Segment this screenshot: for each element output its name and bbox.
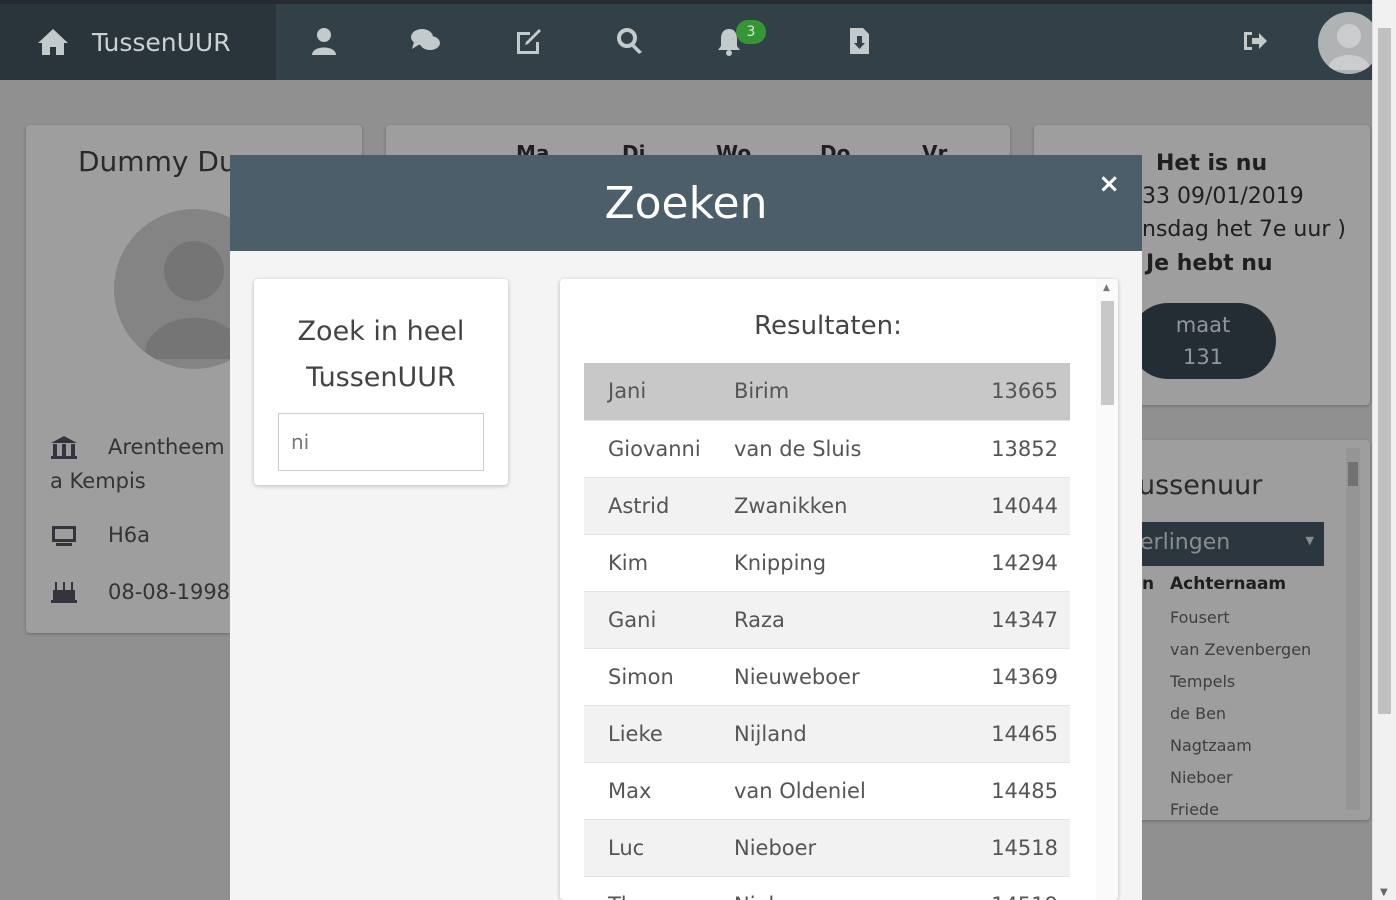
result-id: 14044 bbox=[944, 477, 1070, 535]
result-row[interactable]: Luc Nieboer 14518 bbox=[584, 819, 1070, 877]
result-last-name: Nijland bbox=[734, 705, 944, 763]
search-panel: Zoek in heel TussenUUR bbox=[254, 279, 508, 485]
result-last-name: Nieboer bbox=[734, 819, 944, 877]
result-last-name: Birim bbox=[734, 363, 944, 421]
result-row[interactable]: Giovanni van de Sluis 13852 bbox=[584, 420, 1070, 478]
result-id: 14347 bbox=[944, 591, 1070, 649]
result-first-name: Max bbox=[584, 762, 734, 820]
result-last-name: van de Sluis bbox=[734, 420, 944, 478]
result-last-name: Raza bbox=[734, 591, 944, 649]
search-modal: Zoeken × Zoek in heel TussenUUR Resultat… bbox=[230, 155, 1142, 900]
search-label: Zoek in heel TussenUUR bbox=[297, 316, 465, 393]
modal-header: Zoeken × bbox=[230, 155, 1142, 251]
results-panel: Resultaten: Jani Birim 13665 Giovanni van de… bbox=[560, 279, 1118, 900]
result-id: 14519 bbox=[944, 876, 1070, 900]
result-row[interactable]: Max van Oldeniel 14485 bbox=[584, 762, 1070, 820]
result-first-name: Simon bbox=[584, 648, 734, 706]
modal-title: Zoeken bbox=[604, 177, 768, 229]
result-row[interactable]: Simon Nieuweboer 14369 bbox=[584, 648, 1070, 706]
result-id: 14369 bbox=[944, 648, 1070, 706]
result-first-name: Giovanni bbox=[584, 420, 734, 478]
result-last-name: van Oldeniel bbox=[734, 762, 944, 820]
result-id: 14294 bbox=[944, 534, 1070, 592]
result-row[interactable]: Lieke Nijland 14465 bbox=[584, 705, 1070, 763]
result-first-name: Astrid bbox=[584, 477, 734, 535]
result-first-name: Jani bbox=[584, 363, 734, 421]
results-scrollbar[interactable]: ▲ bbox=[1096, 279, 1118, 900]
result-last-name: Nieboer bbox=[734, 876, 944, 900]
result-first-name: Thomas bbox=[584, 876, 734, 900]
page-scrollbar[interactable]: ▼ bbox=[1372, 0, 1396, 900]
result-id: 14465 bbox=[944, 705, 1070, 763]
result-last-name: Nieuweboer bbox=[734, 648, 944, 706]
result-row[interactable]: ThomasNieboer14519 bbox=[584, 876, 1070, 900]
result-id: 14485 bbox=[944, 762, 1070, 820]
close-icon[interactable]: × bbox=[1098, 169, 1120, 199]
result-first-name: Lieke bbox=[584, 705, 734, 763]
result-first-name: Gani bbox=[584, 591, 734, 649]
result-row[interactable]: Kim Knipping 14294 bbox=[584, 534, 1070, 592]
result-id: 14518 bbox=[944, 819, 1070, 877]
results-title: Resultaten: bbox=[754, 311, 902, 341]
result-row[interactable]: Gani Raza 14347 bbox=[584, 591, 1070, 649]
result-last-name: Knipping bbox=[734, 534, 944, 592]
result-row[interactable]: Jani Birim 13665 bbox=[584, 363, 1070, 421]
search-input[interactable] bbox=[278, 413, 484, 471]
result-id: 13665 bbox=[944, 363, 1070, 421]
scrollbar-thumb[interactable] bbox=[1378, 28, 1391, 714]
scroll-up-arrow-icon[interactable]: ▲ bbox=[1103, 283, 1110, 293]
scroll-down-arrow-icon[interactable]: ▼ bbox=[1380, 887, 1388, 898]
result-row[interactable]: Astrid Zwanikken 14044 bbox=[584, 477, 1070, 535]
result-last-name: Zwanikken bbox=[734, 477, 944, 535]
result-id: 13852 bbox=[944, 420, 1070, 478]
result-first-name: Luc bbox=[584, 819, 734, 877]
scrollbar-thumb[interactable] bbox=[1101, 301, 1114, 405]
modal-backdrop-top bbox=[0, 0, 1372, 80]
result-first-name: Kim bbox=[584, 534, 734, 592]
results-table: Jani Birim 13665 Giovanni van de Sluis 13852 A… bbox=[584, 363, 1070, 900]
